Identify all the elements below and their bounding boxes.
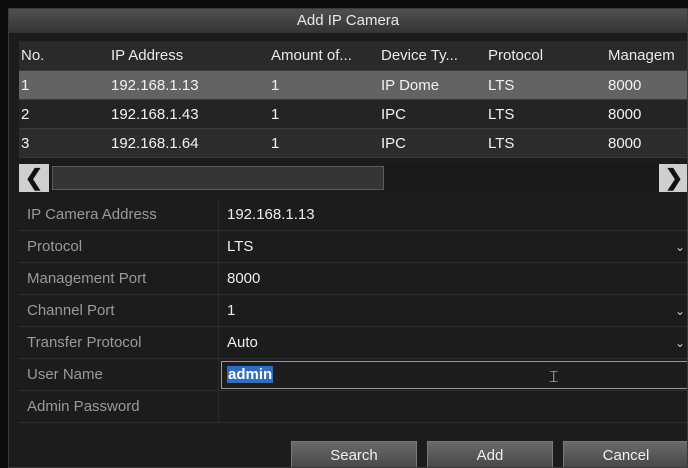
cell-ip-address: 192.168.1.43 bbox=[111, 105, 199, 123]
table-row[interactable]: 3 192.168.1.64 1 IPC LTS 8000 bbox=[19, 129, 687, 158]
management-port-label: Management Port bbox=[19, 263, 219, 294]
cell-no: 2 bbox=[21, 105, 30, 123]
column-header-management[interactable]: Managem bbox=[606, 47, 687, 64]
scrollbar-thumb[interactable] bbox=[52, 166, 384, 190]
ip-camera-address-value: 192.168.1.13 bbox=[227, 206, 315, 223]
protocol-row: Protocol LTS ⌄ bbox=[19, 231, 687, 263]
channel-port-value: 1 bbox=[227, 302, 236, 319]
channel-port-select[interactable]: 1 ⌄ bbox=[219, 295, 687, 327]
column-header-device-type[interactable]: Device Ty... bbox=[379, 47, 486, 64]
management-port-value: 8000 bbox=[227, 270, 261, 287]
add-ip-camera-dialog: Add IP Camera No. IP Address Amount of..… bbox=[8, 8, 688, 468]
add-button[interactable]: Add bbox=[427, 441, 553, 467]
chevron-down-icon[interactable]: ⌄ bbox=[675, 327, 685, 359]
cell-amount: 1 bbox=[271, 105, 280, 123]
cell-amount: 1 bbox=[271, 134, 280, 152]
management-port-field[interactable]: 8000 bbox=[219, 263, 687, 294]
dialog-title: Add IP Camera bbox=[9, 9, 687, 34]
chevron-right-icon[interactable]: ❯ bbox=[659, 164, 687, 192]
transfer-protocol-select[interactable]: Auto ⌄ bbox=[219, 327, 687, 359]
ip-camera-address-field[interactable]: 192.168.1.13 bbox=[219, 199, 687, 230]
cell-protocol: LTS bbox=[488, 134, 515, 152]
cancel-button[interactable]: Cancel bbox=[563, 441, 687, 467]
cell-ip-address: 192.168.1.64 bbox=[111, 134, 199, 152]
management-port-row: Management Port 8000 bbox=[19, 263, 687, 295]
table-header: No. IP Address Amount of... Device Ty...… bbox=[19, 41, 687, 71]
column-header-protocol[interactable]: Protocol bbox=[486, 47, 606, 64]
user-name-row: User Name admin ⌶ bbox=[19, 359, 687, 391]
cell-protocol: LTS bbox=[488, 76, 515, 94]
chevron-left-icon[interactable]: ❮ bbox=[19, 164, 49, 192]
user-name-cell: admin ⌶ bbox=[219, 359, 687, 390]
horizontal-scrollbar[interactable]: ❮ ❯ bbox=[19, 164, 687, 192]
table-row[interactable]: 2 192.168.1.43 1 IPC LTS 8000 bbox=[19, 100, 687, 129]
search-button[interactable]: Search bbox=[291, 441, 417, 467]
cell-management-port: 8000 bbox=[608, 134, 642, 152]
text-cursor-icon: ⌶ bbox=[549, 369, 559, 386]
camera-settings-form: IP Camera Address 192.168.1.13 Protocol … bbox=[19, 199, 687, 423]
user-name-label: User Name bbox=[19, 359, 219, 390]
cell-no: 3 bbox=[21, 134, 30, 152]
admin-password-row: Admin Password bbox=[19, 391, 687, 423]
user-name-value: admin bbox=[227, 366, 274, 383]
cell-amount: 1 bbox=[271, 76, 280, 94]
cell-management-port: 8000 bbox=[608, 105, 642, 123]
protocol-value: LTS bbox=[227, 238, 254, 255]
cell-device-type: IP Dome bbox=[381, 76, 440, 94]
chevron-down-icon[interactable]: ⌄ bbox=[675, 295, 685, 327]
channel-port-label: Channel Port bbox=[19, 295, 219, 326]
table-row[interactable]: 1 192.168.1.13 1 IP Dome LTS 8000 bbox=[19, 71, 687, 100]
transfer-protocol-value: Auto bbox=[227, 334, 258, 351]
protocol-select[interactable]: LTS ⌄ bbox=[219, 231, 687, 263]
ip-camera-address-label: IP Camera Address bbox=[19, 199, 219, 230]
ip-camera-address-row: IP Camera Address 192.168.1.13 bbox=[19, 199, 687, 231]
transfer-protocol-label: Transfer Protocol bbox=[19, 327, 219, 358]
cell-device-type: IPC bbox=[381, 134, 407, 152]
admin-password-field[interactable] bbox=[219, 391, 687, 422]
cell-protocol: LTS bbox=[488, 105, 515, 123]
camera-table: No. IP Address Amount of... Device Ty...… bbox=[19, 41, 687, 158]
cell-no: 1 bbox=[21, 76, 30, 94]
cell-device-type: IPC bbox=[381, 105, 407, 123]
cell-management-port: 8000 bbox=[608, 76, 642, 94]
channel-port-row: Channel Port 1 ⌄ bbox=[19, 295, 687, 327]
protocol-label: Protocol bbox=[19, 231, 219, 262]
column-header-ip-address[interactable]: IP Address bbox=[109, 47, 269, 64]
user-name-input[interactable]: admin bbox=[221, 361, 687, 389]
column-header-no[interactable]: No. bbox=[19, 47, 109, 64]
admin-password-label: Admin Password bbox=[19, 391, 219, 422]
transfer-protocol-row: Transfer Protocol Auto ⌄ bbox=[19, 327, 687, 359]
column-header-amount[interactable]: Amount of... bbox=[269, 47, 379, 64]
cell-ip-address: 192.168.1.13 bbox=[111, 76, 199, 94]
chevron-down-icon[interactable]: ⌄ bbox=[675, 231, 685, 263]
